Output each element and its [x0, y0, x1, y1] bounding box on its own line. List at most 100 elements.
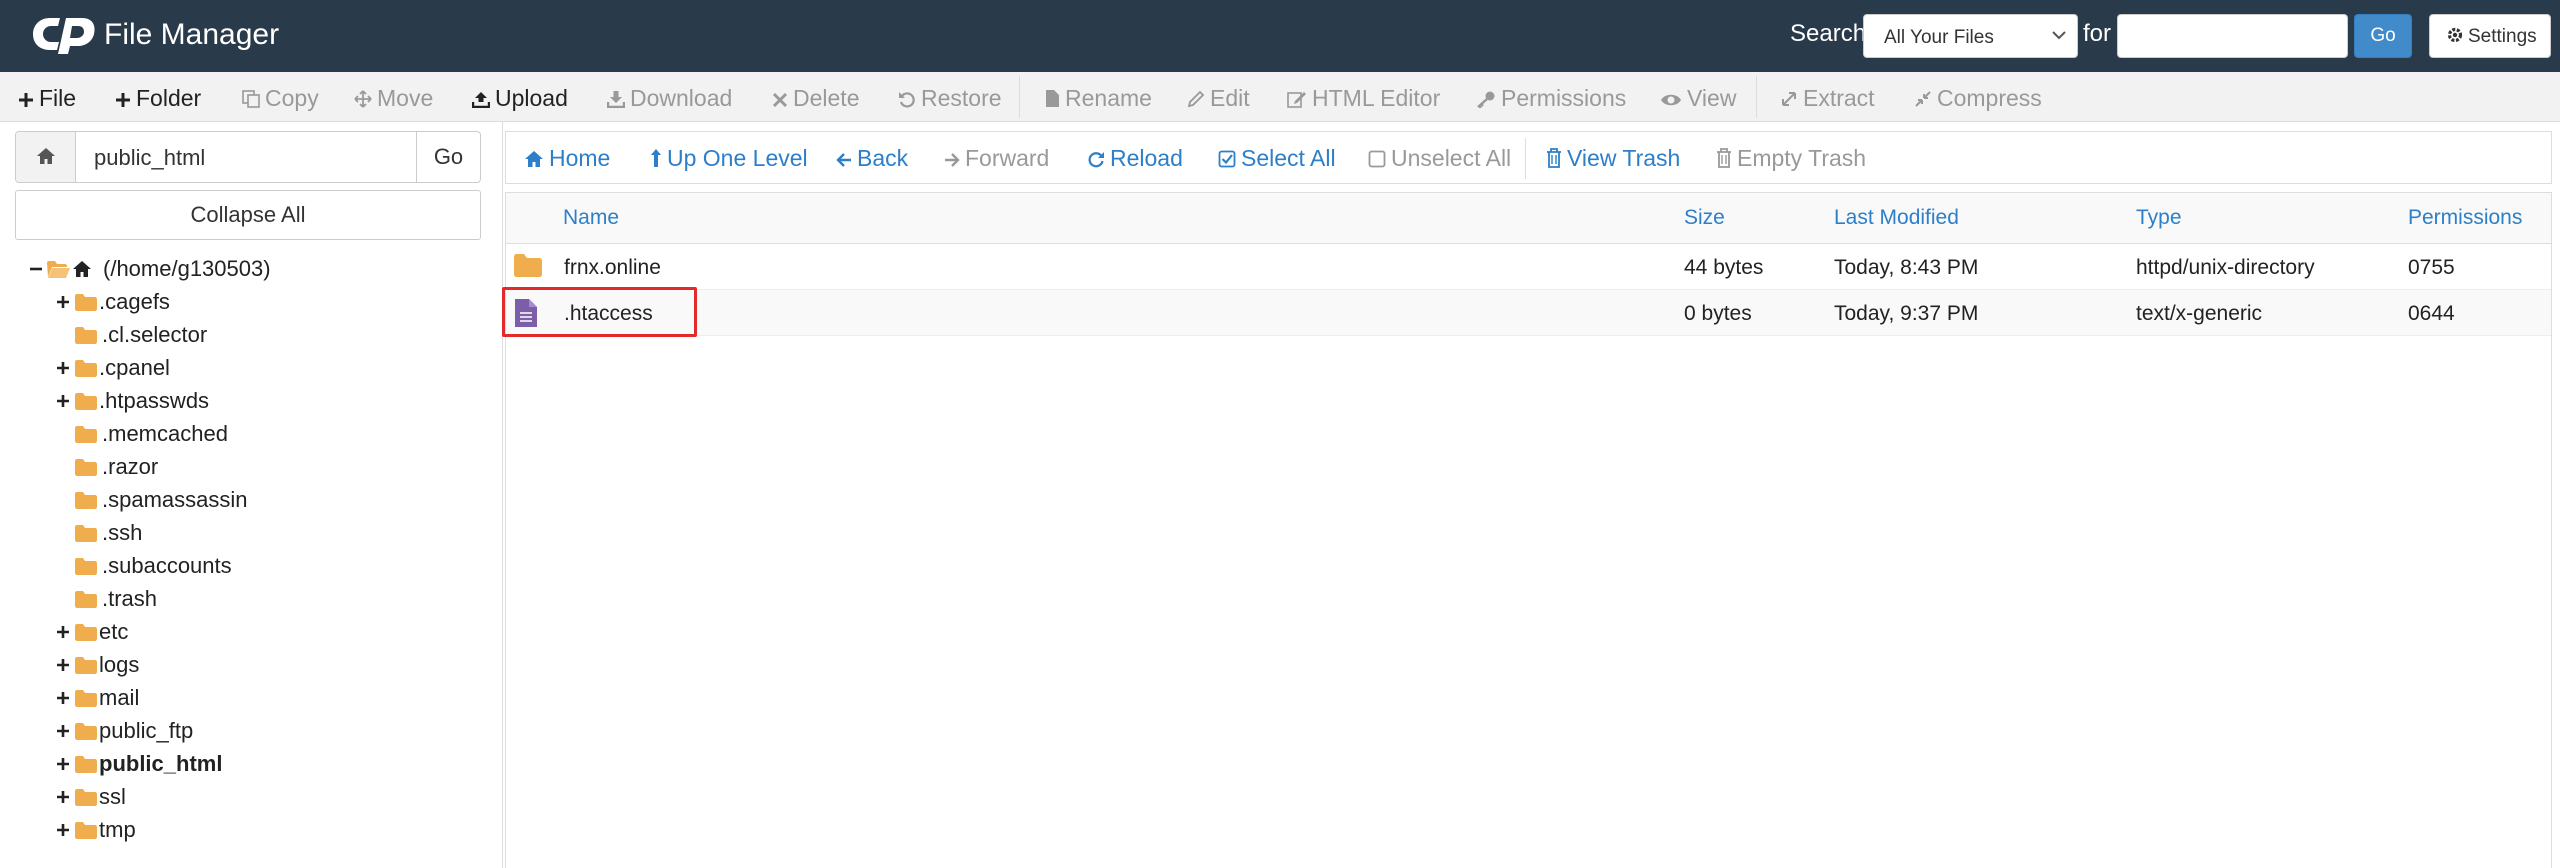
toolbar-label: Restore	[921, 85, 1002, 111]
panel-divider	[502, 122, 503, 868]
path-go-button[interactable]: Go	[416, 132, 480, 182]
collapse-all-button[interactable]: Collapse All	[15, 190, 481, 240]
nav-label: Forward	[965, 145, 1050, 171]
arrow-right-icon	[945, 153, 960, 167]
new-file-button[interactable]: File	[18, 85, 76, 112]
table-row[interactable]: frnx.online 44 bytes Today, 8:43 PM http…	[506, 244, 2551, 290]
expand-plus-icon[interactable]	[55, 756, 71, 772]
new-folder-button[interactable]: Folder	[115, 85, 201, 112]
nav-select-all-button[interactable]: Select All	[1218, 145, 1336, 172]
compress-button[interactable]: Compress	[1914, 85, 2042, 112]
nav-label: View Trash	[1567, 145, 1681, 171]
nav-empty-trash-button[interactable]: Empty Trash	[1716, 145, 1866, 172]
expand-plus-icon[interactable]	[55, 624, 71, 640]
nav-label: Up One Level	[667, 145, 808, 171]
expand-plus-icon[interactable]	[55, 723, 71, 739]
permissions-button[interactable]: Permissions	[1476, 85, 1626, 112]
expand-plus-icon[interactable]	[55, 690, 71, 706]
expand-icon	[1782, 92, 1796, 106]
edit-button[interactable]: Edit	[1187, 85, 1250, 112]
nav-back-button[interactable]: Back	[836, 145, 908, 172]
for-label: for	[2083, 20, 2112, 47]
file-icon	[1046, 90, 1059, 107]
column-header-type[interactable]: Type	[2136, 206, 2182, 230]
settings-button[interactable]: Settings	[2429, 14, 2551, 58]
toolbar-label: Download	[630, 85, 733, 111]
toolbar-label: Move	[377, 85, 434, 111]
tree-item-label: ssl	[99, 784, 126, 809]
expand-plus-icon[interactable]	[55, 789, 71, 805]
path-input[interactable]: public_html	[94, 145, 205, 171]
tree-item-label: .subaccounts	[102, 553, 232, 578]
move-button[interactable]: Move	[354, 85, 433, 112]
column-header-last-modified[interactable]: Last Modified	[1834, 206, 1959, 230]
folder-icon	[75, 393, 97, 410]
expand-plus-icon[interactable]	[55, 822, 71, 838]
search-scope-value: All Your Files	[1884, 27, 1994, 48]
nav-forward-button[interactable]: Forward	[944, 145, 1049, 172]
nav-label: Unselect All	[1391, 145, 1512, 171]
toolbar-label: Extract	[1803, 85, 1875, 111]
folder-icon	[75, 756, 97, 773]
path-bar: public_html Go	[15, 131, 481, 183]
nav-view-trash-button[interactable]: View Trash	[1546, 145, 1680, 172]
folder-icon	[75, 624, 97, 641]
collapse-minus-icon[interactable]	[28, 261, 44, 277]
tree-item-label: .ssh	[102, 520, 143, 545]
tree-item-label: (/home/g130503)	[103, 256, 271, 281]
tree-item-label: etc	[99, 619, 129, 644]
home-button[interactable]	[16, 132, 76, 182]
folder-icon	[75, 360, 97, 377]
file-name: frnx.online	[564, 256, 661, 279]
column-header-permissions[interactable]: Permissions	[2408, 206, 2522, 230]
search-go-button[interactable]: Go	[2354, 14, 2412, 58]
nav-reload-button[interactable]: Reload	[1087, 145, 1183, 172]
gear-icon	[2447, 27, 2463, 43]
file-type: httpd/unix-directory	[2136, 256, 2315, 279]
expand-plus-icon[interactable]	[55, 393, 71, 409]
chevron-down-icon	[2052, 31, 2066, 40]
restore-button[interactable]: Restore	[898, 85, 1002, 112]
nav-unselect-all-button[interactable]: Unselect All	[1368, 145, 1511, 172]
folder-icon	[75, 657, 97, 674]
compress-icon	[1915, 91, 1931, 107]
cpanel-logo-icon	[33, 18, 95, 54]
nav-up-one-level-button[interactable]: Up One Level	[650, 145, 808, 172]
delete-button[interactable]: Delete	[772, 85, 859, 112]
copy-button[interactable]: Copy	[242, 85, 319, 112]
nav-home-button[interactable]: Home	[524, 145, 610, 172]
column-header-name[interactable]: Name	[563, 206, 619, 230]
expand-plus-icon[interactable]	[55, 360, 71, 376]
toolbar-label: Upload	[495, 85, 568, 111]
toolbar-label: Compress	[1937, 85, 2042, 111]
tree-item-label: .spamassassin	[102, 487, 248, 512]
folder-icon	[75, 789, 97, 806]
tree-item-label: mail	[99, 685, 140, 710]
file-permissions: 0644	[2408, 302, 2455, 325]
file-name: .htaccess	[564, 302, 653, 325]
search-scope-select[interactable]: All Your Files	[1863, 14, 2078, 58]
nav-label: Empty Trash	[1737, 145, 1867, 171]
tree-item-label: .cpanel	[99, 355, 170, 380]
file-type: text/x-generic	[2136, 302, 2263, 325]
tree-item-label: .trash	[102, 586, 158, 611]
column-header-size[interactable]: Size	[1684, 206, 1725, 230]
nav-separator	[1525, 138, 1526, 179]
search-input[interactable]	[2117, 14, 2348, 58]
folder-icon	[75, 822, 97, 839]
download-icon	[606, 91, 626, 109]
view-button[interactable]: View	[1660, 85, 1736, 112]
times-icon	[772, 92, 788, 108]
expand-plus-icon[interactable]	[55, 294, 71, 310]
expand-plus-icon[interactable]	[55, 657, 71, 673]
rename-button[interactable]: Rename	[1045, 85, 1152, 112]
extract-button[interactable]: Extract	[1780, 85, 1875, 112]
settings-label: Settings	[2468, 26, 2537, 47]
upload-button[interactable]: Upload	[471, 85, 568, 112]
table-row[interactable]: .htaccess 0 bytes Today, 9:37 PM text/x-…	[502, 287, 2551, 337]
download-button[interactable]: Download	[606, 85, 733, 112]
toolbar-label: Delete	[793, 85, 860, 111]
html-editor-button[interactable]: HTML Editor	[1287, 85, 1440, 112]
search-label: Search	[1790, 20, 1867, 47]
app-header: File Manager Search All Your Files for G…	[0, 0, 2560, 72]
